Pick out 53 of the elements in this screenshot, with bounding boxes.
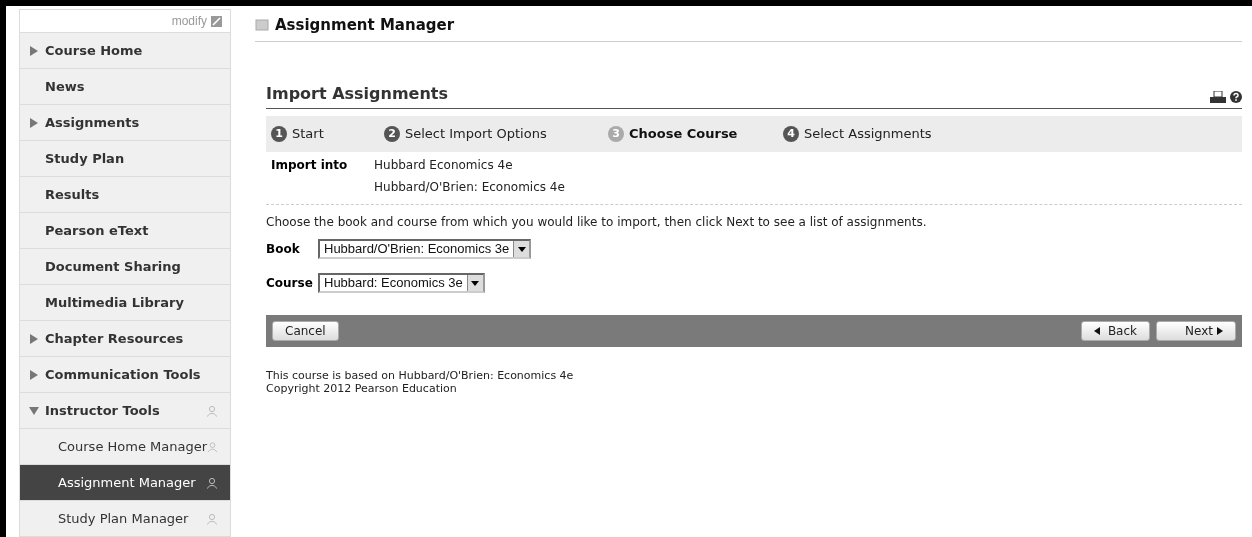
sidebar-item[interactable]: Document Sharing [20, 249, 230, 285]
sidebar-item[interactable]: Study Plan [20, 141, 230, 177]
step-number: 4 [783, 126, 799, 142]
dropdown[interactable]: Hubbard: Economics 3e [318, 273, 485, 293]
edit-icon [211, 15, 222, 27]
section-title: Import Assignments [266, 83, 449, 105]
print-icon [1210, 91, 1226, 103]
step-label: Select Import Options [405, 125, 547, 144]
step-label: Start [292, 125, 324, 144]
sidebar-item[interactable]: Communication Tools [20, 357, 230, 393]
dropdown-arrow-icon [471, 280, 480, 286]
back-button[interactable]: Back [1080, 321, 1151, 341]
sidebar-item[interactable]: Chapter Resources [20, 321, 230, 357]
sidebar-item[interactable]: Instructor Tools [20, 393, 230, 429]
right-triangle-icon [1217, 327, 1223, 335]
footer-text: This course is based on Hubbard/O'Brien: Economics 4e [266, 369, 575, 382]
import-into-label: Import into [271, 157, 349, 174]
left-triangle-icon [1093, 327, 1100, 335]
instruction-text: Choose the book and course from which you would like to import, then click Next to see a list of assignments. [266, 214, 928, 231]
cancel-button[interactable]: Cancel [272, 321, 339, 341]
caret-right-icon [29, 333, 39, 344]
sidebar-subitem[interactable]: Assignment Manager [20, 465, 230, 501]
import-target-text: Hubbard/O'Brien: Economics 4e [374, 179, 565, 196]
sidebar-item[interactable]: Pearson eText [20, 213, 230, 249]
step-label: Select Assignments [804, 125, 932, 144]
field-label: Book [266, 241, 301, 258]
import-target-text: Hubbard Economics 4e [374, 157, 514, 174]
page-title: Assignment Manager [275, 14, 455, 36]
sidebar-item[interactable]: Assignments [20, 105, 230, 141]
step-label: Choose Course [629, 125, 738, 144]
footer-text: Copyright 2012 Pearson Education [266, 382, 458, 395]
caret-right-icon [29, 369, 39, 380]
person-icon [207, 440, 218, 453]
dropdown[interactable]: Hubbard/O'Brien: Economics 3e [318, 239, 532, 259]
help-icon[interactable] [1230, 91, 1242, 103]
sidebar-subitem[interactable]: Study Plan Manager [20, 501, 230, 537]
sidebar-item[interactable]: Course Home [20, 33, 230, 69]
sidebar-subitem[interactable]: Course Home Manager [20, 429, 230, 465]
dropdown-arrow-icon [517, 246, 526, 252]
window-icon [255, 19, 269, 31]
step-number: 2 [384, 126, 400, 142]
caret-down-icon [29, 405, 39, 416]
field-label: Course [266, 275, 314, 292]
caret-right-icon [29, 117, 39, 128]
person-icon [206, 512, 218, 525]
step-number: 3 [608, 126, 624, 142]
sidebar-item[interactable]: Results [20, 177, 230, 213]
sidebar-item[interactable]: Multimedia Library [20, 285, 230, 321]
person-icon [206, 476, 218, 489]
step-number: 1 [271, 126, 287, 142]
sidebar-item[interactable]: News [20, 69, 230, 105]
next-button[interactable]: Next [1156, 321, 1236, 341]
caret-right-icon [29, 45, 39, 56]
